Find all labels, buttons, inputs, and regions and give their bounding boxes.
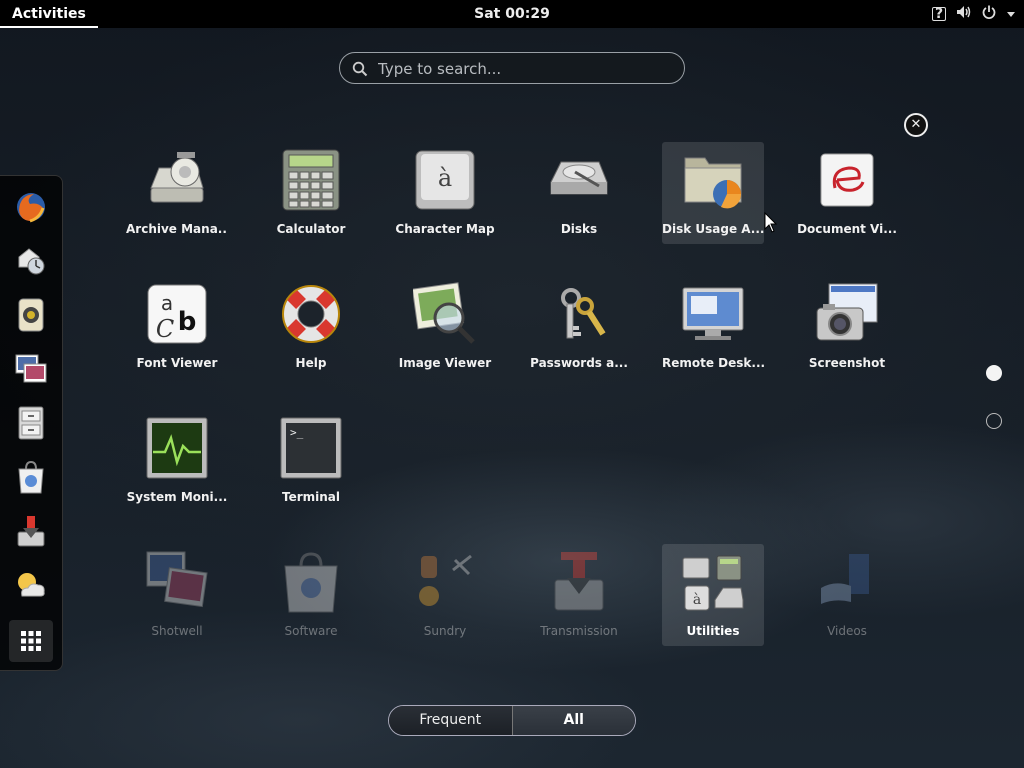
- svg-text:à: à: [693, 591, 701, 608]
- mouse-cursor-icon: [764, 212, 778, 233]
- page-indicator-1[interactable]: [986, 365, 1002, 381]
- app-transmission[interactable]: Transmission: [528, 544, 630, 646]
- svg-text:a: a: [161, 291, 173, 315]
- software-icon[interactable]: [12, 458, 50, 496]
- image-viewer-icon: [413, 282, 475, 344]
- app-remote-desktop[interactable]: Remote Desk...: [662, 276, 764, 378]
- search-entry[interactable]: [339, 52, 685, 84]
- terminal-icon: >_: [280, 417, 342, 479]
- document-viewer-icon: [820, 153, 874, 207]
- app-passwords-keys[interactable]: Passwords a...: [528, 276, 630, 378]
- app-system-monitor[interactable]: System Moni...: [126, 410, 228, 512]
- tab-all[interactable]: All: [512, 706, 635, 735]
- app-screenshot[interactable]: Screenshot: [796, 276, 898, 378]
- volume-icon[interactable]: [956, 5, 972, 23]
- chevron-down-icon[interactable]: [1006, 6, 1016, 22]
- app-label: Character Map: [395, 222, 495, 236]
- grid-icon: [21, 631, 41, 651]
- app-label: Font Viewer: [136, 356, 218, 370]
- shotwell-icon: [146, 551, 208, 608]
- app-label: Image Viewer: [398, 356, 492, 370]
- folder-utilities[interactable]: à Utilities: [662, 544, 764, 646]
- show-applications-button[interactable]: [9, 620, 53, 662]
- screenshot-icon: [816, 283, 878, 341]
- remote-desktop-icon: [682, 287, 744, 340]
- rhythmbox-icon[interactable]: [12, 296, 50, 334]
- evolution-icon[interactable]: [12, 242, 50, 280]
- app-help[interactable]: Help: [260, 276, 362, 378]
- app-label: Passwords a...: [530, 356, 628, 370]
- app-label: Shotwell: [151, 624, 203, 638]
- transmission-icon[interactable]: [12, 512, 50, 550]
- system-monitor-icon: [146, 417, 208, 479]
- search-input[interactable]: [376, 53, 670, 84]
- app-label: Archive Mana...: [126, 222, 228, 236]
- app-disk-usage-analyzer[interactable]: Disk Usage A...: [662, 142, 764, 244]
- search-icon: [352, 61, 368, 77]
- app-videos[interactable]: Videos: [796, 544, 898, 646]
- transmission-icon: [554, 552, 604, 611]
- app-label: Calculator: [276, 222, 346, 236]
- svg-text:b: b: [178, 307, 197, 337]
- power-icon[interactable]: [982, 5, 996, 23]
- app-label: Software: [284, 624, 338, 638]
- svg-text:>_: >_: [290, 426, 304, 439]
- shotwell-icon[interactable]: [12, 350, 50, 388]
- help-icon[interactable]: ?: [932, 7, 946, 21]
- app-label: Terminal: [281, 490, 341, 504]
- app-character-map[interactable]: à Character Map: [394, 142, 496, 244]
- app-label: Help: [295, 356, 327, 370]
- app-label: Videos: [827, 624, 867, 638]
- close-folder-button[interactable]: ✕: [904, 113, 928, 137]
- app-software[interactable]: Software: [260, 544, 362, 646]
- top-bar: Activities Sat 00:29 ?: [0, 0, 1024, 28]
- font-viewer-icon: aC b: [147, 284, 207, 344]
- app-label: Transmission: [540, 624, 618, 638]
- app-font-viewer[interactable]: aCb Font Viewer: [126, 276, 228, 378]
- app-label: Disks: [560, 222, 598, 236]
- app-disks[interactable]: Disks: [528, 142, 630, 244]
- passwords-keys-icon: [561, 288, 606, 339]
- character-map-icon: à: [415, 150, 475, 210]
- app-image-viewer[interactable]: Image Viewer: [394, 276, 496, 378]
- videos-icon: [821, 554, 869, 604]
- archive-manager-icon: [150, 152, 204, 203]
- system-status-area[interactable]: ?: [932, 0, 1016, 28]
- app-terminal[interactable]: >_ Terminal: [260, 410, 362, 512]
- dash: [0, 175, 63, 671]
- app-label: Remote Desk...: [662, 356, 764, 370]
- app-calculator[interactable]: Calculator: [260, 142, 362, 244]
- calculator-icon: [282, 149, 340, 211]
- weather-icon[interactable]: [12, 566, 50, 604]
- disk-usage-icon: [684, 157, 742, 209]
- app-label: Document Vi...: [797, 222, 897, 236]
- disks-icon: [550, 161, 608, 195]
- app-archive-manager[interactable]: Archive Mana...: [126, 142, 228, 244]
- help-lifebuoy-icon: [282, 285, 340, 343]
- tab-frequent[interactable]: Frequent: [389, 706, 513, 735]
- software-icon: [284, 552, 338, 613]
- firefox-icon[interactable]: [12, 188, 50, 226]
- folder-sundry[interactable]: Sundry: [394, 544, 496, 646]
- app-label: System Moni...: [126, 490, 228, 504]
- utilities-folder-icon: à: [682, 555, 744, 611]
- app-shotwell[interactable]: Shotwell: [126, 544, 228, 646]
- page-indicator-2[interactable]: [986, 413, 1002, 429]
- files-icon[interactable]: [12, 404, 50, 442]
- svg-text:à: à: [438, 164, 452, 192]
- svg-text:C: C: [156, 315, 174, 343]
- app-label: Utilities: [686, 624, 740, 638]
- app-label: Screenshot: [808, 356, 886, 370]
- sundry-folder-icon: [419, 554, 472, 606]
- view-switcher: Frequent All: [388, 705, 636, 736]
- app-label: Sundry: [423, 624, 467, 638]
- app-label: Disk Usage A...: [662, 222, 764, 236]
- clock[interactable]: Sat 00:29: [0, 0, 1024, 28]
- app-document-viewer[interactable]: Document Vi...: [796, 142, 898, 244]
